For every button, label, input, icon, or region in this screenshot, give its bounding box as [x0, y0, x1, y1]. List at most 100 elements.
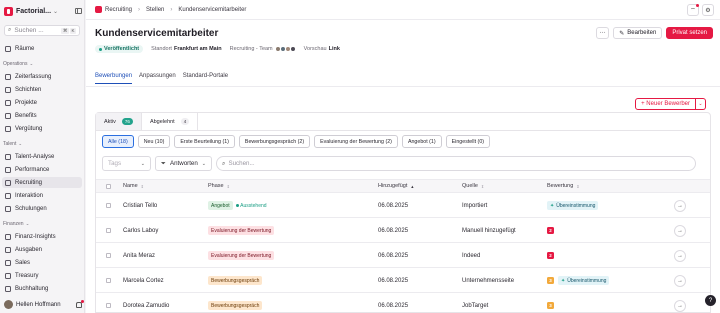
- table-row[interactable]: Dorotea Zamudio Bewerbungsgespräch 06.08…: [96, 294, 710, 313]
- rating-cell: 3 ✦ Übereinstimmung: [547, 269, 610, 292]
- set-private-button[interactable]: Privat setzen: [666, 27, 713, 39]
- phase-tag: Angebot: [208, 201, 233, 210]
- table-row[interactable]: Marcela Cortez Bewerbungsgespräch 06.08.…: [96, 269, 710, 293]
- col-name[interactable]: Name ⇕: [123, 180, 144, 192]
- checkbox[interactable]: [106, 253, 111, 258]
- answers-filter[interactable]: ⏷ Antworten ⌄: [155, 156, 212, 171]
- breadcrumb-recruiting[interactable]: Recruiting: [105, 7, 132, 13]
- tab-bewerbungen[interactable]: Bewerbungen: [95, 73, 133, 84]
- arrow-right-icon[interactable]: →: [674, 249, 686, 262]
- sidebar-item-finanz-insights[interactable]: Finanz-Insights: [2, 231, 82, 242]
- new-applicant-button[interactable]: + Neuer Bewerber: [635, 98, 696, 110]
- section-operations[interactable]: Operations ⌄: [3, 61, 33, 67]
- company-switcher[interactable]: Factorial... ⌄: [4, 5, 82, 17]
- checkbox[interactable]: [106, 228, 111, 233]
- preview-link[interactable]: Link: [329, 46, 340, 52]
- settings-button[interactable]: ⚙: [702, 4, 714, 16]
- checkbox[interactable]: [106, 278, 111, 283]
- tab-standard-portale[interactable]: Standard-Portale: [183, 73, 228, 84]
- arrow-right-icon[interactable]: →: [674, 274, 686, 287]
- source: Unternehmensseite: [462, 277, 515, 284]
- section-finanzen[interactable]: Finanzen ⌄: [3, 221, 29, 227]
- col-phase[interactable]: Phase ⇕: [208, 180, 230, 192]
- col-rating[interactable]: Bewertung ⇕: [547, 180, 580, 192]
- applicant-name[interactable]: Marcela Cortez: [123, 269, 164, 292]
- applicant-name[interactable]: Cristian Tello: [123, 194, 157, 217]
- applicant-name[interactable]: Dorotea Zamudio: [123, 294, 169, 313]
- sidebar-item-buchhaltung[interactable]: Buchhaltung: [2, 283, 82, 294]
- table-row[interactable]: Anita Meraz Evaluierung der Bewertung 06…: [96, 244, 710, 268]
- subtab-aktiv[interactable]: Aktiv 76: [96, 113, 142, 130]
- tags-dropdown[interactable]: Tags ⌄: [102, 156, 151, 171]
- sidebar-item-talent-analyse[interactable]: Talent-Analyse: [2, 151, 82, 162]
- section-talent[interactable]: Talent ⌄: [3, 141, 22, 147]
- table-row[interactable]: Cristian Tello Angebot Ausstehend 06.08.2…: [96, 194, 710, 218]
- help-icon[interactable]: ?: [705, 295, 716, 306]
- sidebar-item-projekte[interactable]: Projekte: [2, 97, 82, 108]
- checkbox[interactable]: [106, 303, 111, 308]
- checkbox[interactable]: [106, 203, 111, 208]
- kbd-cmd: ⌘: [61, 27, 69, 34]
- phase-tag: Bewerbungsgespräch: [208, 276, 263, 285]
- sidebar-item-verguetung[interactable]: Vergütung: [2, 123, 82, 134]
- sidebar-item-schulungen[interactable]: Schulungen: [2, 203, 82, 214]
- tab-anpassungen[interactable]: Anpassungen: [139, 73, 176, 84]
- added-date: 06.08.2025: [378, 302, 409, 309]
- sidebar-item-ausgaben[interactable]: Ausgaben: [2, 244, 82, 255]
- sidebar-item-schichten[interactable]: Schichten: [2, 84, 82, 95]
- sidebar-search[interactable]: ⌕ Suchen ... ⌘ K: [4, 25, 80, 36]
- open-row[interactable]: →: [674, 244, 686, 267]
- sidebar-toggle-icon[interactable]: [75, 8, 82, 14]
- open-row[interactable]: →: [674, 269, 686, 292]
- open-row[interactable]: →: [674, 194, 686, 217]
- open-row[interactable]: →: [674, 219, 686, 242]
- sidebar-item-performance[interactable]: Performance: [2, 164, 82, 175]
- filter-interview[interactable]: Bewerbungsgespräch (2): [238, 135, 311, 148]
- user-menu[interactable]: Hellen Hoffmann: [4, 299, 84, 310]
- table-row[interactable]: Carlos Laboy Evaluierung der Bewertung 0…: [96, 219, 710, 243]
- sidebar-item-raeume[interactable]: Räume: [2, 43, 82, 54]
- chevron-down-icon: ⌄: [18, 141, 23, 146]
- row-checkbox[interactable]: [106, 194, 111, 217]
- sidebar-item-benefits[interactable]: Benefits: [2, 110, 82, 121]
- row-checkbox[interactable]: [106, 219, 111, 242]
- filter-new[interactable]: Neu (10): [137, 135, 171, 148]
- team-label[interactable]: Recruiting - Team: [230, 46, 273, 52]
- benefits-icon: [5, 112, 11, 119]
- col-added[interactable]: Hinzugefügt ▲: [378, 180, 414, 192]
- checkbox[interactable]: [106, 183, 111, 189]
- arrow-right-icon[interactable]: →: [674, 224, 686, 237]
- shortcut-hint: ⌘ K: [61, 27, 76, 34]
- applicant-name[interactable]: Anita Meraz: [123, 244, 155, 267]
- more-button[interactable]: ···: [596, 27, 610, 39]
- notifications-button[interactable]: ⌔: [687, 4, 699, 16]
- row-checkbox[interactable]: [106, 244, 111, 267]
- select-all-checkbox[interactable]: [106, 180, 111, 192]
- edit-button[interactable]: ✎ Bearbeiten: [613, 27, 663, 39]
- filter-offer[interactable]: Angebot (1): [401, 135, 442, 148]
- sidebar-item-recruiting[interactable]: Recruiting: [2, 177, 82, 188]
- arrow-right-icon[interactable]: →: [674, 199, 686, 212]
- filter-hired[interactable]: Eingestellt (0): [445, 135, 491, 148]
- applicant-name[interactable]: Carlos Laboy: [123, 219, 158, 242]
- col-source[interactable]: Quelle ⇕: [462, 180, 484, 192]
- filter-evaluation[interactable]: Evaluierung der Bewertung (2): [314, 135, 398, 148]
- row-checkbox[interactable]: [106, 269, 111, 292]
- chevron-down-icon[interactable]: ⌄: [696, 98, 706, 110]
- sidebar-item-interaktion[interactable]: Interaktion: [2, 190, 82, 201]
- open-row[interactable]: →: [674, 294, 686, 313]
- sidebar-item-treasury[interactable]: Treasury: [2, 270, 82, 281]
- substatus-label: Ausstehend: [240, 202, 267, 209]
- breadcrumb-stellen[interactable]: Stellen: [146, 7, 164, 13]
- sidebar-item-sales[interactable]: Sales: [2, 257, 82, 268]
- new-applicant-group: + Neuer Bewerber ⌄: [635, 98, 706, 110]
- filter-all[interactable]: Alle (18): [102, 135, 134, 148]
- team-avatars[interactable]: [274, 46, 296, 52]
- row-checkbox[interactable]: [106, 294, 111, 313]
- filter-first-review[interactable]: Erste Beurteilung (1): [174, 135, 235, 148]
- arrow-right-icon[interactable]: →: [674, 299, 686, 312]
- sidebar-item-zeiterfassung[interactable]: Zeiterfassung: [2, 71, 82, 82]
- subtab-abgelehnt[interactable]: Abgelehnt 4: [142, 113, 199, 130]
- table-search-input[interactable]: ⌕ Suchen...: [216, 156, 696, 171]
- notification-bell-icon[interactable]: [76, 299, 84, 308]
